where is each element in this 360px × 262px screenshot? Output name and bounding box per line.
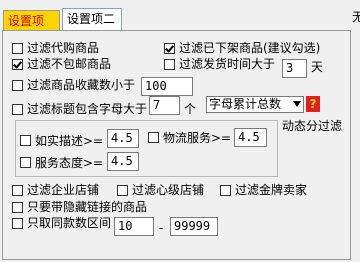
group-title-dongtai: 动态分过滤 xyxy=(282,119,343,133)
tab-settings-1[interactable]: 设置项一 xyxy=(3,10,60,48)
help-icon[interactable]: ? xyxy=(306,96,320,112)
corner-text: 无 xyxy=(352,10,360,24)
checkbox-tongkuan[interactable] xyxy=(12,218,23,229)
label-tongkuan-sep: - xyxy=(159,221,164,235)
checkbox-jinpai[interactable] xyxy=(220,185,231,196)
label-qiye: 过滤企业店铺 xyxy=(27,183,100,197)
input-tongkuan-max[interactable]: 99999 xyxy=(170,217,218,236)
input-wuliu[interactable]: 4.5 xyxy=(234,128,267,147)
checkbox-rushi[interactable] xyxy=(20,135,31,146)
label-fahuo-unit: 天 xyxy=(311,60,324,74)
select-letter-count-value: 字母累计总数 xyxy=(209,97,282,111)
label-daili: 过滤代购商品 xyxy=(27,41,100,55)
input-tongkuan-min[interactable]: 10 xyxy=(114,217,154,236)
checkbox-taidu[interactable] xyxy=(20,157,31,168)
label-biaoti: 过滤标题包含字母大于 xyxy=(27,102,148,116)
label-taidu: 服务态度>= xyxy=(35,156,104,170)
label-yincang: 只要带隐藏链接的商品 xyxy=(27,200,148,214)
checkbox-qiye[interactable] xyxy=(12,185,23,196)
label-biaoti-unit: 个 xyxy=(184,102,197,116)
chevron-down-icon xyxy=(293,101,301,107)
checkbox-xiajia[interactable] xyxy=(164,43,175,54)
checkbox-shoucang[interactable] xyxy=(12,80,23,91)
checkbox-wuliu[interactable] xyxy=(148,132,159,143)
select-letter-count[interactable]: 字母累计总数 xyxy=(206,96,304,113)
label-jinpai: 过滤金牌卖家 xyxy=(235,183,308,197)
label-baoyou: 过滤不包邮商品 xyxy=(27,57,112,71)
input-rushi[interactable]: 4.5 xyxy=(107,129,139,148)
label-xinji: 过滤心级店铺 xyxy=(132,183,205,197)
label-rushi: 如实描述>= xyxy=(35,134,104,148)
label-fahuo: 过滤发货时间大于 xyxy=(179,57,276,71)
checkbox-yincang[interactable] xyxy=(12,202,23,213)
checkbox-xinji[interactable] xyxy=(117,185,128,196)
checkbox-fahuo[interactable] xyxy=(164,59,175,70)
checkbox-daili[interactable] xyxy=(12,43,23,54)
checkbox-biaoti[interactable] xyxy=(12,104,23,115)
tab-settings-2[interactable]: 设置项二 xyxy=(62,8,122,31)
checkbox-baoyou[interactable] xyxy=(12,59,23,70)
label-wuliu: 物流服务>= xyxy=(163,131,232,145)
input-biaoti[interactable]: 7 xyxy=(149,96,180,115)
label-tongkuan: 只取同款数区间 xyxy=(27,216,112,230)
input-taidu[interactable]: 4.5 xyxy=(107,152,139,171)
label-xiajia: 过滤已下架商品(建议勾选) xyxy=(179,41,321,55)
input-fahuo-days[interactable]: 3 xyxy=(282,59,307,78)
label-shoucang: 过滤商品收藏数小于 xyxy=(27,78,136,92)
input-shoucang[interactable]: 100 xyxy=(141,77,193,96)
